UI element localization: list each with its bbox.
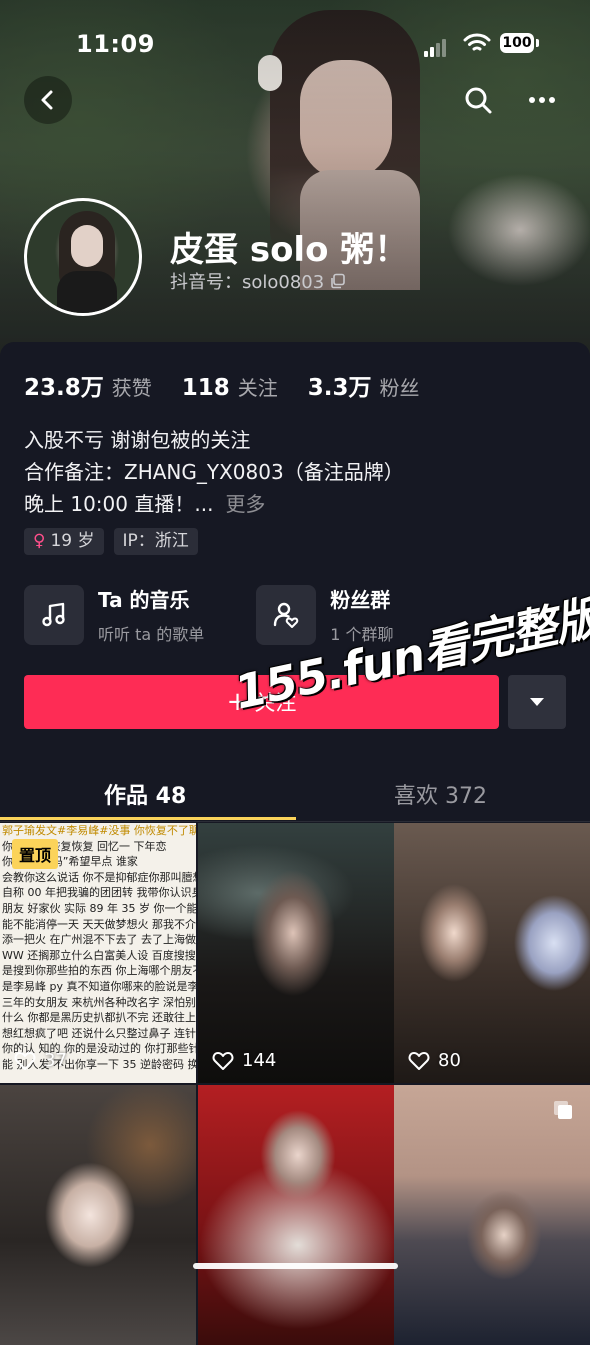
heart-outline-icon <box>408 1051 430 1070</box>
cellular-signal-icon <box>424 38 448 57</box>
video-text-line: 郭子瑜发文#李易峰#没事 你恢复不了聊天 <box>2 824 196 837</box>
profile-stats: 23.8万 获赞 118 关注 3.3万 粉丝 <box>24 368 450 402</box>
music-card-title: Ta 的音乐 <box>98 588 190 612</box>
wifi-icon <box>463 32 491 58</box>
recommend-dropdown-button[interactable] <box>508 675 566 729</box>
bio-line-last: 晚上 10:00 直播！... 更多 <box>24 488 404 520</box>
bio-line: 合作备注：ZHANG_YX0803（备注品牌） <box>24 460 404 484</box>
video-text-line: 自称 00 年把我骗的团团转 我带你认识身 <box>2 886 196 900</box>
stat-likes-label: 获赞 <box>111 376 152 400</box>
like-count-text: 80 <box>438 1050 461 1071</box>
music-card-subtitle: 听听 ta 的歌单 <box>98 625 205 644</box>
video-text-line: 想红想疯了吧 还说什么只整过鼻子 连针都 <box>2 1026 196 1040</box>
video-tile[interactable]: 144 <box>198 823 394 1083</box>
stat-followers-label: 粉丝 <box>379 376 420 400</box>
fan-group-icon <box>256 584 317 645</box>
video-tile[interactable]: 80 <box>394 823 590 1083</box>
profile-bio: 入股不亏 谢谢包被的关注 合作备注：ZHANG_YX0803（备注品牌） 晚上 … <box>24 424 404 520</box>
douyin-id-text: 抖音号：solo0803 <box>170 272 325 293</box>
video-like-count: 37 <box>14 1050 67 1071</box>
chevron-left-icon <box>41 90 53 110</box>
video-text-line: 朋友 好家伙 实际 89 年 35 岁 你一个能当我 <box>2 901 196 915</box>
ip-tag-label: IP：浙江 <box>122 531 189 551</box>
profile-nickname: 皮蛋 solo 粥！ <box>170 230 409 270</box>
heart-outline-icon <box>14 1051 36 1070</box>
avatar-face-shape <box>71 225 103 267</box>
video-text-line: 是李易峰 py 真不知道你哪来的脸说是李易 <box>2 979 196 993</box>
heart-outline-icon <box>212 1051 234 1070</box>
stat-following-value: 118 <box>181 375 230 401</box>
age-tag: ♀ 19 岁 <box>24 528 104 555</box>
back-button[interactable] <box>24 76 72 124</box>
bio-more-link[interactable]: 更多 <box>225 492 265 516</box>
battery-icon: 100 <box>500 33 534 53</box>
music-note-icon <box>24 584 84 645</box>
video-text-line: WW 还搁那立什么白富美人设 百度搜搜你 <box>2 948 196 962</box>
stat-likes-value: 23.8万 <box>24 375 104 401</box>
more-options-button[interactable] <box>518 76 566 124</box>
video-text-line: 添一把火 在广州混不下去了 去了上海做 <box>2 933 196 947</box>
douyin-id[interactable]: 抖音号：solo0803 <box>170 268 346 294</box>
video-text-line: 能不能消停一天 天天做梦想火 那我不介意 <box>2 917 196 931</box>
active-tab-indicator <box>0 817 296 820</box>
home-indicator <box>193 1263 398 1269</box>
video-tile[interactable] <box>394 1085 590 1345</box>
stat-followers-value: 3.3万 <box>307 375 372 401</box>
video-text-line: 三年的女朋友 来杭州各种改名字 深怕别人 <box>2 995 196 1009</box>
video-text-line: 是搜到你那些拍的东西 你上海哪个朋友不知 <box>2 964 196 978</box>
video-text-line: 什么 你都是黑历史扒都扒不完 还敢往上蹭 <box>2 1011 196 1025</box>
video-tile[interactable]: 郭子瑜发文#李易峰#没事 你恢复不了聊天你 恢复你恢复恢复 回忆一 下年恋 你“想… <box>0 823 196 1083</box>
fan-group-card-title: 粉丝群 <box>330 588 391 612</box>
ip-tag: IP：浙江 <box>113 528 198 555</box>
avatar[interactable] <box>24 198 142 316</box>
tab-works[interactable]: 作品 48 <box>104 778 186 810</box>
video-tile[interactable] <box>0 1085 196 1345</box>
battery-tip <box>536 39 539 47</box>
profile-tags: ♀ 19 岁 IP：浙江 <box>24 528 198 555</box>
multi-image-icon <box>554 1101 572 1119</box>
tabs-divider <box>0 821 590 822</box>
status-bar: 11:09 100 <box>0 28 590 64</box>
status-time: 11:09 <box>76 30 155 58</box>
stat-followers[interactable]: 3.3万 粉丝 <box>308 368 420 402</box>
female-icon: ♀ <box>33 531 46 551</box>
like-count-text: 37 <box>44 1050 67 1071</box>
video-like-count: 80 <box>408 1050 461 1071</box>
more-dots-icon <box>529 97 555 103</box>
search-button[interactable] <box>454 76 502 124</box>
music-card[interactable]: Ta 的音乐 听听 ta 的歌单 <box>24 584 204 645</box>
stat-following-label: 关注 <box>237 376 278 400</box>
pinned-badge: 置顶 <box>12 839 59 869</box>
search-icon <box>465 87 492 114</box>
content-tabs: 作品 48 喜欢 372 <box>0 760 590 822</box>
video-tile[interactable] <box>198 1085 394 1345</box>
copy-icon <box>331 273 346 289</box>
video-text-line: 会教你这么说话 你不是抑郁症你那叫膻想症 <box>2 870 196 884</box>
bio-line: 入股不亏 谢谢包被的关注 <box>24 428 251 452</box>
caret-down-icon <box>530 698 544 706</box>
stat-following[interactable]: 118 关注 <box>182 372 278 401</box>
stat-likes[interactable]: 23.8万 获赞 <box>24 368 152 402</box>
avatar-body-shape <box>57 271 117 313</box>
like-count-text: 144 <box>242 1050 277 1071</box>
tab-likes[interactable]: 喜欢 372 <box>394 778 487 810</box>
bio-line: 晚上 10:00 直播！... <box>24 492 214 516</box>
age-tag-label: 19 岁 <box>50 531 95 551</box>
video-like-count: 144 <box>212 1050 276 1071</box>
